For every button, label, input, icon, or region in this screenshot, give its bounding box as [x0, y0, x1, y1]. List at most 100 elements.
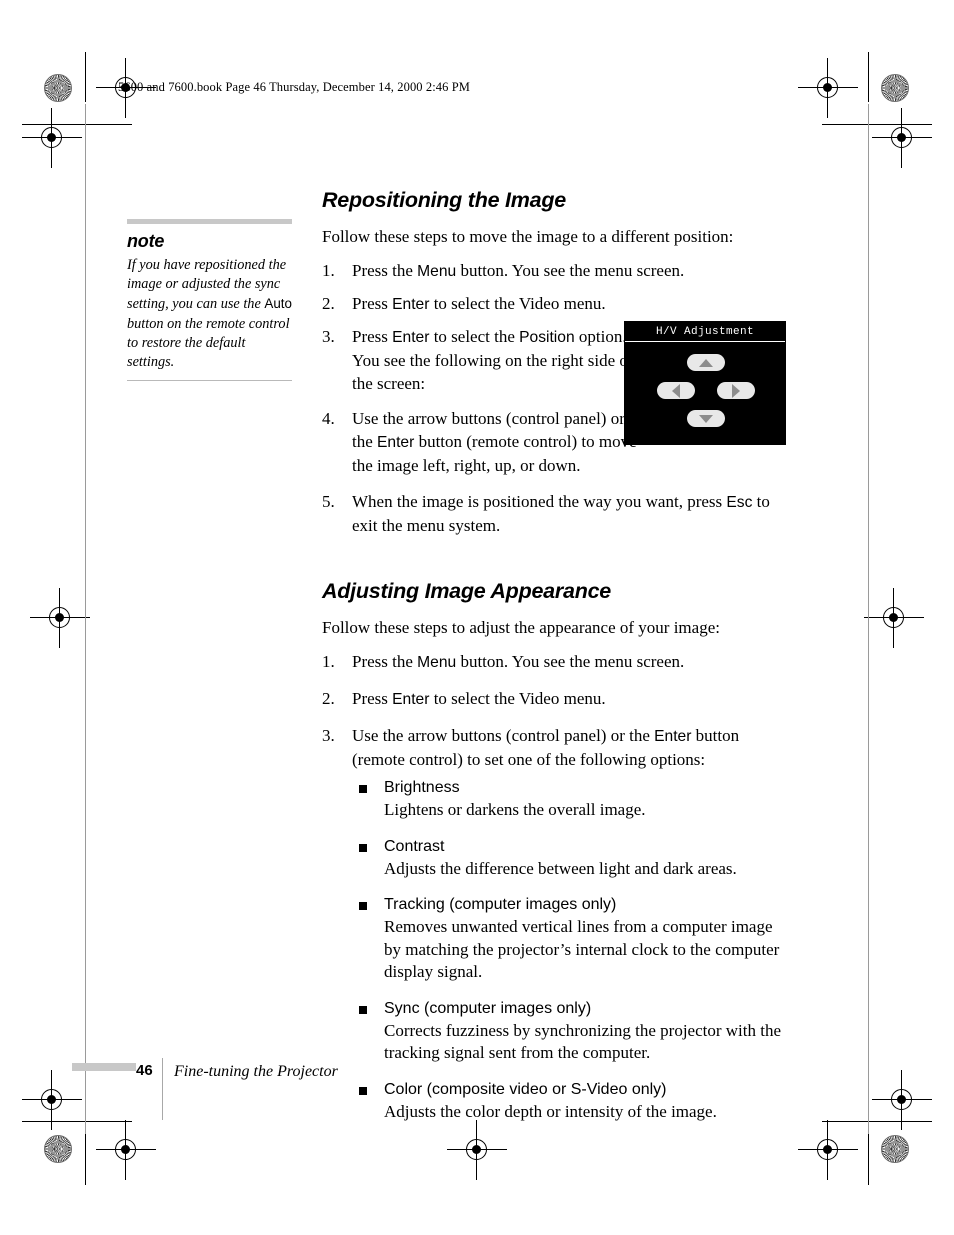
- option-description: Corrects fuzziness by synchronizing the …: [384, 1020, 782, 1063]
- step-text-pre: Press: [352, 294, 393, 313]
- list-item: Color (composite video or S-Video only) …: [352, 1079, 792, 1124]
- osd-down-arrow-button: [687, 410, 725, 427]
- option-description: Adjusts the color depth or intensity of …: [384, 1101, 717, 1121]
- trim-line-bottom-left-vertical: [85, 1133, 86, 1185]
- note-text-part2: button on the remote control to restore …: [127, 315, 290, 371]
- option-description: Lightens or darkens the overall image.: [384, 800, 646, 819]
- section-heading-repositioning: Repositioning the Image: [322, 188, 566, 212]
- key-label: Enter: [654, 728, 692, 745]
- step-number: 3.: [322, 726, 335, 745]
- step-item: 1. Press the Menu button. You see the men…: [322, 259, 792, 283]
- rosette-mark-bottom-right: [881, 1135, 909, 1163]
- list-item: Contrast Adjusts the difference between …: [352, 836, 792, 881]
- option-name: Tracking (computer images only): [384, 896, 617, 913]
- left-arrow-icon: [672, 383, 680, 398]
- registration-mark-right-corner: [872, 108, 932, 168]
- square-bullet-icon: [359, 902, 367, 910]
- key-label: Menu: [417, 654, 457, 671]
- rosette-mark-bottom-left: [44, 1135, 72, 1163]
- step-item: 3. Use the arrow buttons (control panel) …: [322, 724, 792, 771]
- key-label: Menu: [417, 263, 457, 280]
- footer-chapter-title: Fine-tuning the Projector: [174, 1063, 338, 1080]
- running-header: 5600 and 7600.book Page 46 Thursday, Dec…: [118, 80, 470, 94]
- square-bullet-icon: [359, 785, 367, 793]
- section2-step-list: 1. Press the Menu button. You see the men…: [322, 650, 792, 771]
- registration-mark-bottom-left: [96, 1120, 156, 1180]
- key-label: Enter: [392, 691, 430, 708]
- step-item: 2. Press Enter to select the Video menu.: [322, 292, 792, 316]
- rosette-mark-top-right: [881, 74, 909, 102]
- option-name: Brightness: [384, 779, 460, 796]
- step-text-post: to select the Video menu.: [429, 689, 606, 708]
- option-name: Color (composite video or S-Video only): [384, 1080, 667, 1098]
- step-number: 4.: [322, 409, 335, 428]
- osd-left-arrow-button: [657, 382, 695, 399]
- osd-body: [625, 342, 785, 445]
- key-label: Enter: [377, 434, 415, 451]
- step-text-post: to select the Video menu.: [429, 294, 606, 313]
- step-text-post: button. You see the menu screen.: [456, 261, 685, 280]
- down-arrow-icon: [699, 414, 713, 423]
- note-top-rule: [127, 219, 292, 224]
- note-title: note: [127, 231, 165, 251]
- step-item: 5. When the image is positioned the way y…: [322, 490, 792, 537]
- step-number: 1.: [322, 652, 335, 671]
- key-label: Enter: [392, 329, 430, 346]
- trim-line-bottom-right-vertical: [868, 1133, 869, 1185]
- note-text-part1: If you have repositioned the image or ad…: [127, 257, 287, 313]
- note-bottom-rule: [127, 380, 292, 382]
- step-text-pre: Press the: [352, 261, 418, 280]
- step-text-pre: Press the: [352, 652, 418, 671]
- key-label: Esc: [726, 494, 753, 511]
- footer-vertical-rule: [162, 1058, 163, 1120]
- step-text-pre: Press: [352, 327, 393, 346]
- square-bullet-icon: [359, 843, 367, 852]
- step-text-pre: Use the arrow buttons (control panel) or…: [352, 726, 655, 745]
- registration-mark-top-right: [798, 58, 858, 118]
- key-label-position: Position: [519, 329, 575, 346]
- step-number: 2.: [322, 689, 335, 708]
- section1-lead: Follow these steps to move the image to …: [322, 227, 734, 246]
- option-description: Removes unwanted vertical lines from a c…: [384, 917, 780, 981]
- step-text-pre: Press: [352, 689, 393, 708]
- section-heading-adjusting: Adjusting Image Appearance: [322, 579, 611, 603]
- rosette-mark-top-left: [44, 74, 72, 102]
- note-body: If you have repositioned the image or ad…: [127, 256, 294, 372]
- list-item: Brightness Lightens or darkens the overa…: [352, 777, 792, 822]
- footer-rule: [72, 1063, 136, 1071]
- trim-line-top-left-vertical: [85, 52, 86, 102]
- osd-up-arrow-button: [687, 354, 725, 371]
- section2-lead: Follow these steps to adjust the appeara…: [322, 618, 720, 637]
- step-text-pre: When the image is positioned the way you…: [352, 492, 727, 511]
- page-edge-rule-left: [85, 104, 86, 1134]
- note-box: note If you have repositioned the image …: [127, 219, 294, 382]
- trim-line-top-right-vertical: [868, 52, 869, 102]
- step-number: 1.: [322, 261, 335, 280]
- step-number: 5.: [322, 492, 335, 511]
- up-arrow-icon: [699, 358, 713, 367]
- projector-osd-screenshot: H/V Adjustment: [624, 321, 786, 445]
- registration-mark-bottom-right: [798, 1120, 858, 1180]
- step-number: 2.: [322, 294, 335, 313]
- document-page: 5600 and 7600.book Page 46 Thursday, Dec…: [0, 0, 954, 1235]
- osd-title: H/V Adjustment: [625, 322, 785, 342]
- key-label: Enter: [392, 296, 430, 313]
- osd-right-arrow-button: [717, 382, 755, 399]
- step-item: 2. Press Enter to select the Video menu.: [322, 687, 792, 711]
- registration-mark-middle-right: [864, 588, 924, 648]
- option-list: Brightness Lightens or darkens the overa…: [352, 777, 792, 1123]
- step-number: 3.: [322, 327, 335, 346]
- step-text-mid: to select the: [429, 327, 520, 346]
- step-item: 4. Use the arrow buttons (control panel) …: [322, 407, 637, 477]
- list-item: Sync (computer images only) Corrects fuz…: [352, 998, 792, 1065]
- registration-mark-middle-left: [30, 588, 90, 648]
- option-description: Adjusts the difference between light and…: [384, 858, 737, 878]
- page-number: 46: [136, 1062, 153, 1079]
- right-arrow-icon: [732, 383, 740, 398]
- option-name: Sync (computer images only): [384, 999, 592, 1017]
- step-text-post: button. You see the menu screen.: [456, 652, 685, 671]
- note-key-auto: Auto: [264, 296, 292, 312]
- square-bullet-icon: [359, 1005, 367, 1014]
- step-item: 3. Press Enter to select the Position opt…: [322, 325, 637, 395]
- square-bullet-icon: [359, 1086, 367, 1095]
